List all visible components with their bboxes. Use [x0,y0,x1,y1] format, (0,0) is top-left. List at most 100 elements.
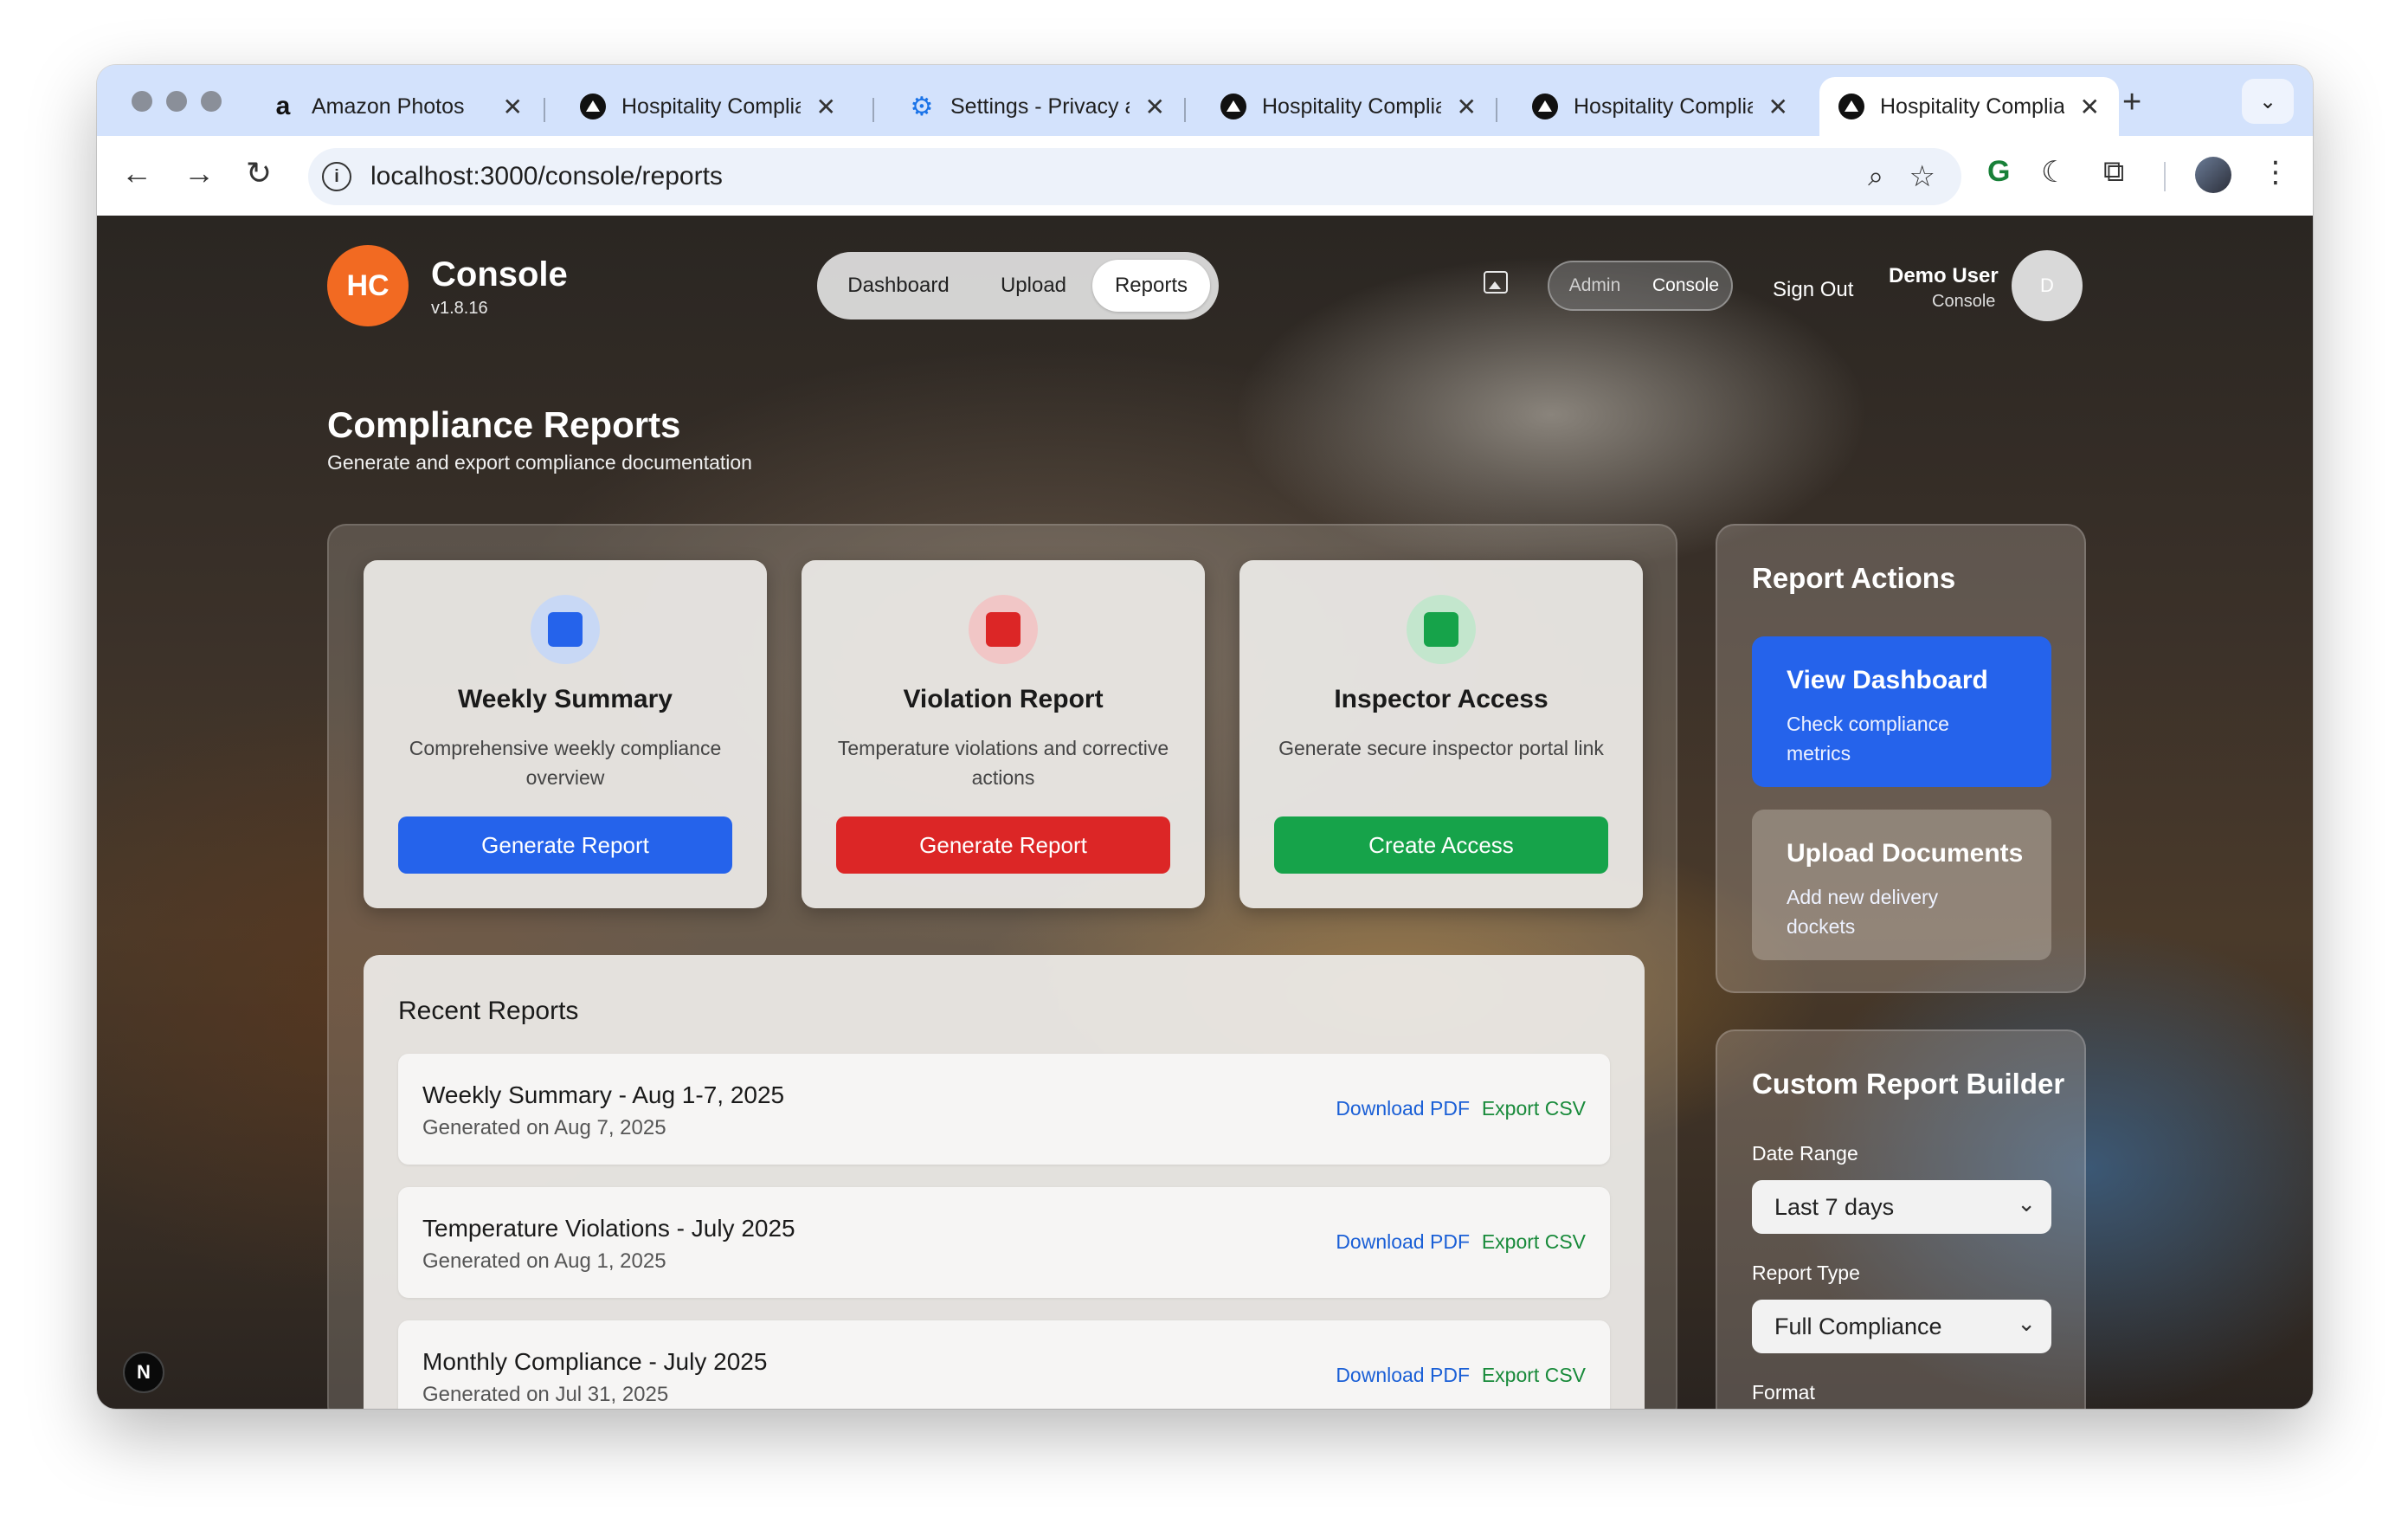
tab-title: Amazon Photos [312,94,465,119]
url-text[interactable]: localhost:3000/console/reports [370,162,723,191]
app-version: v1.8.16 [431,299,488,318]
format-label: Format [1752,1381,1815,1404]
puzzle-extensions-icon[interactable]: ⧉ [2103,155,2124,189]
report-type-value: Full Compliance [1774,1313,1942,1339]
upload-documents-button[interactable]: Upload Documents Add new delivery docket… [1752,810,2051,960]
mode-toggle[interactable]: Admin Console [1548,261,1733,311]
chevron-down-icon: ⌄ [2017,1191,2036,1217]
grammarly-extension-icon[interactable]: G [1987,155,2010,189]
close-icon[interactable]: ✕ [1145,93,1165,121]
close-icon[interactable]: ✕ [2080,93,2100,121]
profile-avatar[interactable] [2195,157,2231,193]
card-description: Temperature violations and corrective ac… [837,737,1169,789]
export-csv-link[interactable]: Export CSV [1482,1230,1586,1254]
report-actions-heading: Report Actions [1752,562,1956,594]
page-title: Compliance Reports [327,404,681,445]
tab-hospitality-3[interactable]: Hospitality Complia ✕ [1513,77,1807,136]
maximize-window-button[interactable] [201,91,222,112]
mode-console[interactable]: Console [1640,275,1731,296]
action-title: View Dashboard [1787,666,1988,694]
page-subtitle: Generate and export compliance documenta… [327,451,752,474]
kebab-menu-icon[interactable]: ⋮ [2261,155,2290,190]
export-csv-link[interactable]: Export CSV [1482,1364,1586,1387]
app-brand: Console [431,255,568,294]
close-window-button[interactable] [132,91,152,112]
create-access-button[interactable]: Create Access [1274,816,1608,874]
forward-button[interactable]: → [183,155,215,191]
site-info-icon[interactable]: i [322,162,351,191]
generate-weekly-report-button[interactable]: Generate Report [398,816,732,874]
recent-reports-heading: Recent Reports [398,997,579,1025]
card-inspector-access: Inspector Access Generate secure inspect… [1239,560,1643,908]
tab-hospitality-active[interactable]: Hospitality Complia ✕ [1819,77,2119,136]
background-image-icon[interactable] [1484,271,1508,294]
recent-reports: Recent Reports Weekly Summary - Aug 1-7,… [364,955,1645,1409]
minimize-window-button[interactable] [166,91,187,112]
reload-button[interactable]: ↻ [246,155,272,191]
address-bar[interactable]: i localhost:3000/console/reports ⌕ ☆ [308,148,1961,205]
nav-upload[interactable]: Upload [975,260,1092,312]
export-csv-link[interactable]: Export CSV [1482,1097,1586,1120]
tab-divider [1184,98,1186,122]
view-dashboard-button[interactable]: View Dashboard Check compliance metrics [1752,636,2051,787]
nav-reports[interactable]: Reports [1092,260,1210,312]
tab-divider [1496,98,1497,122]
vercel-icon [580,94,606,119]
violation-report-icon [969,595,1038,664]
close-icon[interactable]: ✕ [1768,93,1788,121]
amazon-icon: a [275,92,291,120]
toolbar-divider [2164,162,2166,191]
tab-hospitality-1[interactable]: Hospitality Complia ✕ [561,77,855,136]
report-date: Generated on Aug 1, 2025 [422,1249,666,1273]
tab-title: Hospitality Complia [621,94,801,119]
tab-hospitality-2[interactable]: Hospitality Complia ✕ [1201,77,1496,136]
tab-title: Settings - Privacy a [950,94,1130,119]
download-pdf-link[interactable]: Download PDF [1336,1230,1470,1254]
date-range-value: Last 7 days [1774,1193,1895,1220]
chevron-down-icon: ⌄ [2258,89,2277,113]
browser-toolbar: ← → ↻ i localhost:3000/console/reports ⌕… [97,136,2313,216]
card-description: Comprehensive weekly compliance overview [409,737,722,789]
date-range-select[interactable]: Last 7 days ⌄ [1752,1180,2051,1234]
sign-out-button[interactable]: Sign Out [1773,278,1853,302]
mode-admin[interactable]: Admin [1549,275,1640,296]
browser-window: a Amazon Photos ✕ Hospitality Complia ✕ … [97,65,2313,1409]
inspector-access-icon [1407,595,1476,664]
card-title: Weekly Summary [458,685,673,713]
action-description: Check compliance metrics [1787,713,1949,765]
tab-settings[interactable]: ⚙ Settings - Privacy a ✕ [890,77,1184,136]
report-type-select[interactable]: Full Compliance ⌄ [1752,1300,2051,1353]
bookmark-star-icon[interactable]: ☆ [1909,159,1935,194]
back-button[interactable]: ← [121,155,152,191]
card-title: Inspector Access [1334,685,1548,713]
close-icon[interactable]: ✕ [503,93,523,121]
download-pdf-link[interactable]: Download PDF [1336,1097,1470,1120]
app-logo[interactable]: HC [327,245,409,326]
tab-amazon-photos[interactable]: a Amazon Photos ✕ [251,77,542,136]
tab-search-button[interactable]: ⌄ [2242,79,2294,124]
arrow-left-icon: ← [121,155,152,190]
report-name: Weekly Summary - Aug 1-7, 2025 [422,1081,785,1108]
report-date: Generated on Jul 31, 2025 [422,1383,669,1406]
report-name: Temperature Violations - July 2025 [422,1215,795,1242]
nav-dashboard[interactable]: Dashboard [822,260,975,312]
close-icon[interactable]: ✕ [816,93,836,121]
nextjs-dev-indicator[interactable]: N [123,1352,164,1393]
custom-report-builder: Custom Report Builder Date Range Last 7 … [1716,1029,2086,1409]
avatar[interactable]: D [2012,250,2083,321]
extension-icon[interactable]: ☾ [2041,155,2067,190]
card-weekly-summary: Weekly Summary Comprehensive weekly comp… [364,560,767,908]
close-icon[interactable]: ✕ [1457,93,1477,121]
tab-title: Hospitality Complia [1880,94,2064,119]
report-type-label: Report Type [1752,1262,1860,1284]
report-date: Generated on Aug 7, 2025 [422,1116,666,1139]
generate-violation-report-button[interactable]: Generate Report [836,816,1170,874]
list-item: Weekly Summary - Aug 1-7, 2025 Generated… [398,1054,1610,1165]
reports-panel: Weekly Summary Comprehensive weekly comp… [327,524,1677,1409]
user-role: Console [1932,292,1996,311]
builder-heading: Custom Report Builder [1752,1068,2065,1100]
new-tab-button[interactable]: + [2122,84,2141,121]
download-pdf-link[interactable]: Download PDF [1336,1364,1470,1387]
zoom-icon[interactable]: ⌕ [1868,160,1883,193]
arrow-right-icon: → [183,155,215,190]
